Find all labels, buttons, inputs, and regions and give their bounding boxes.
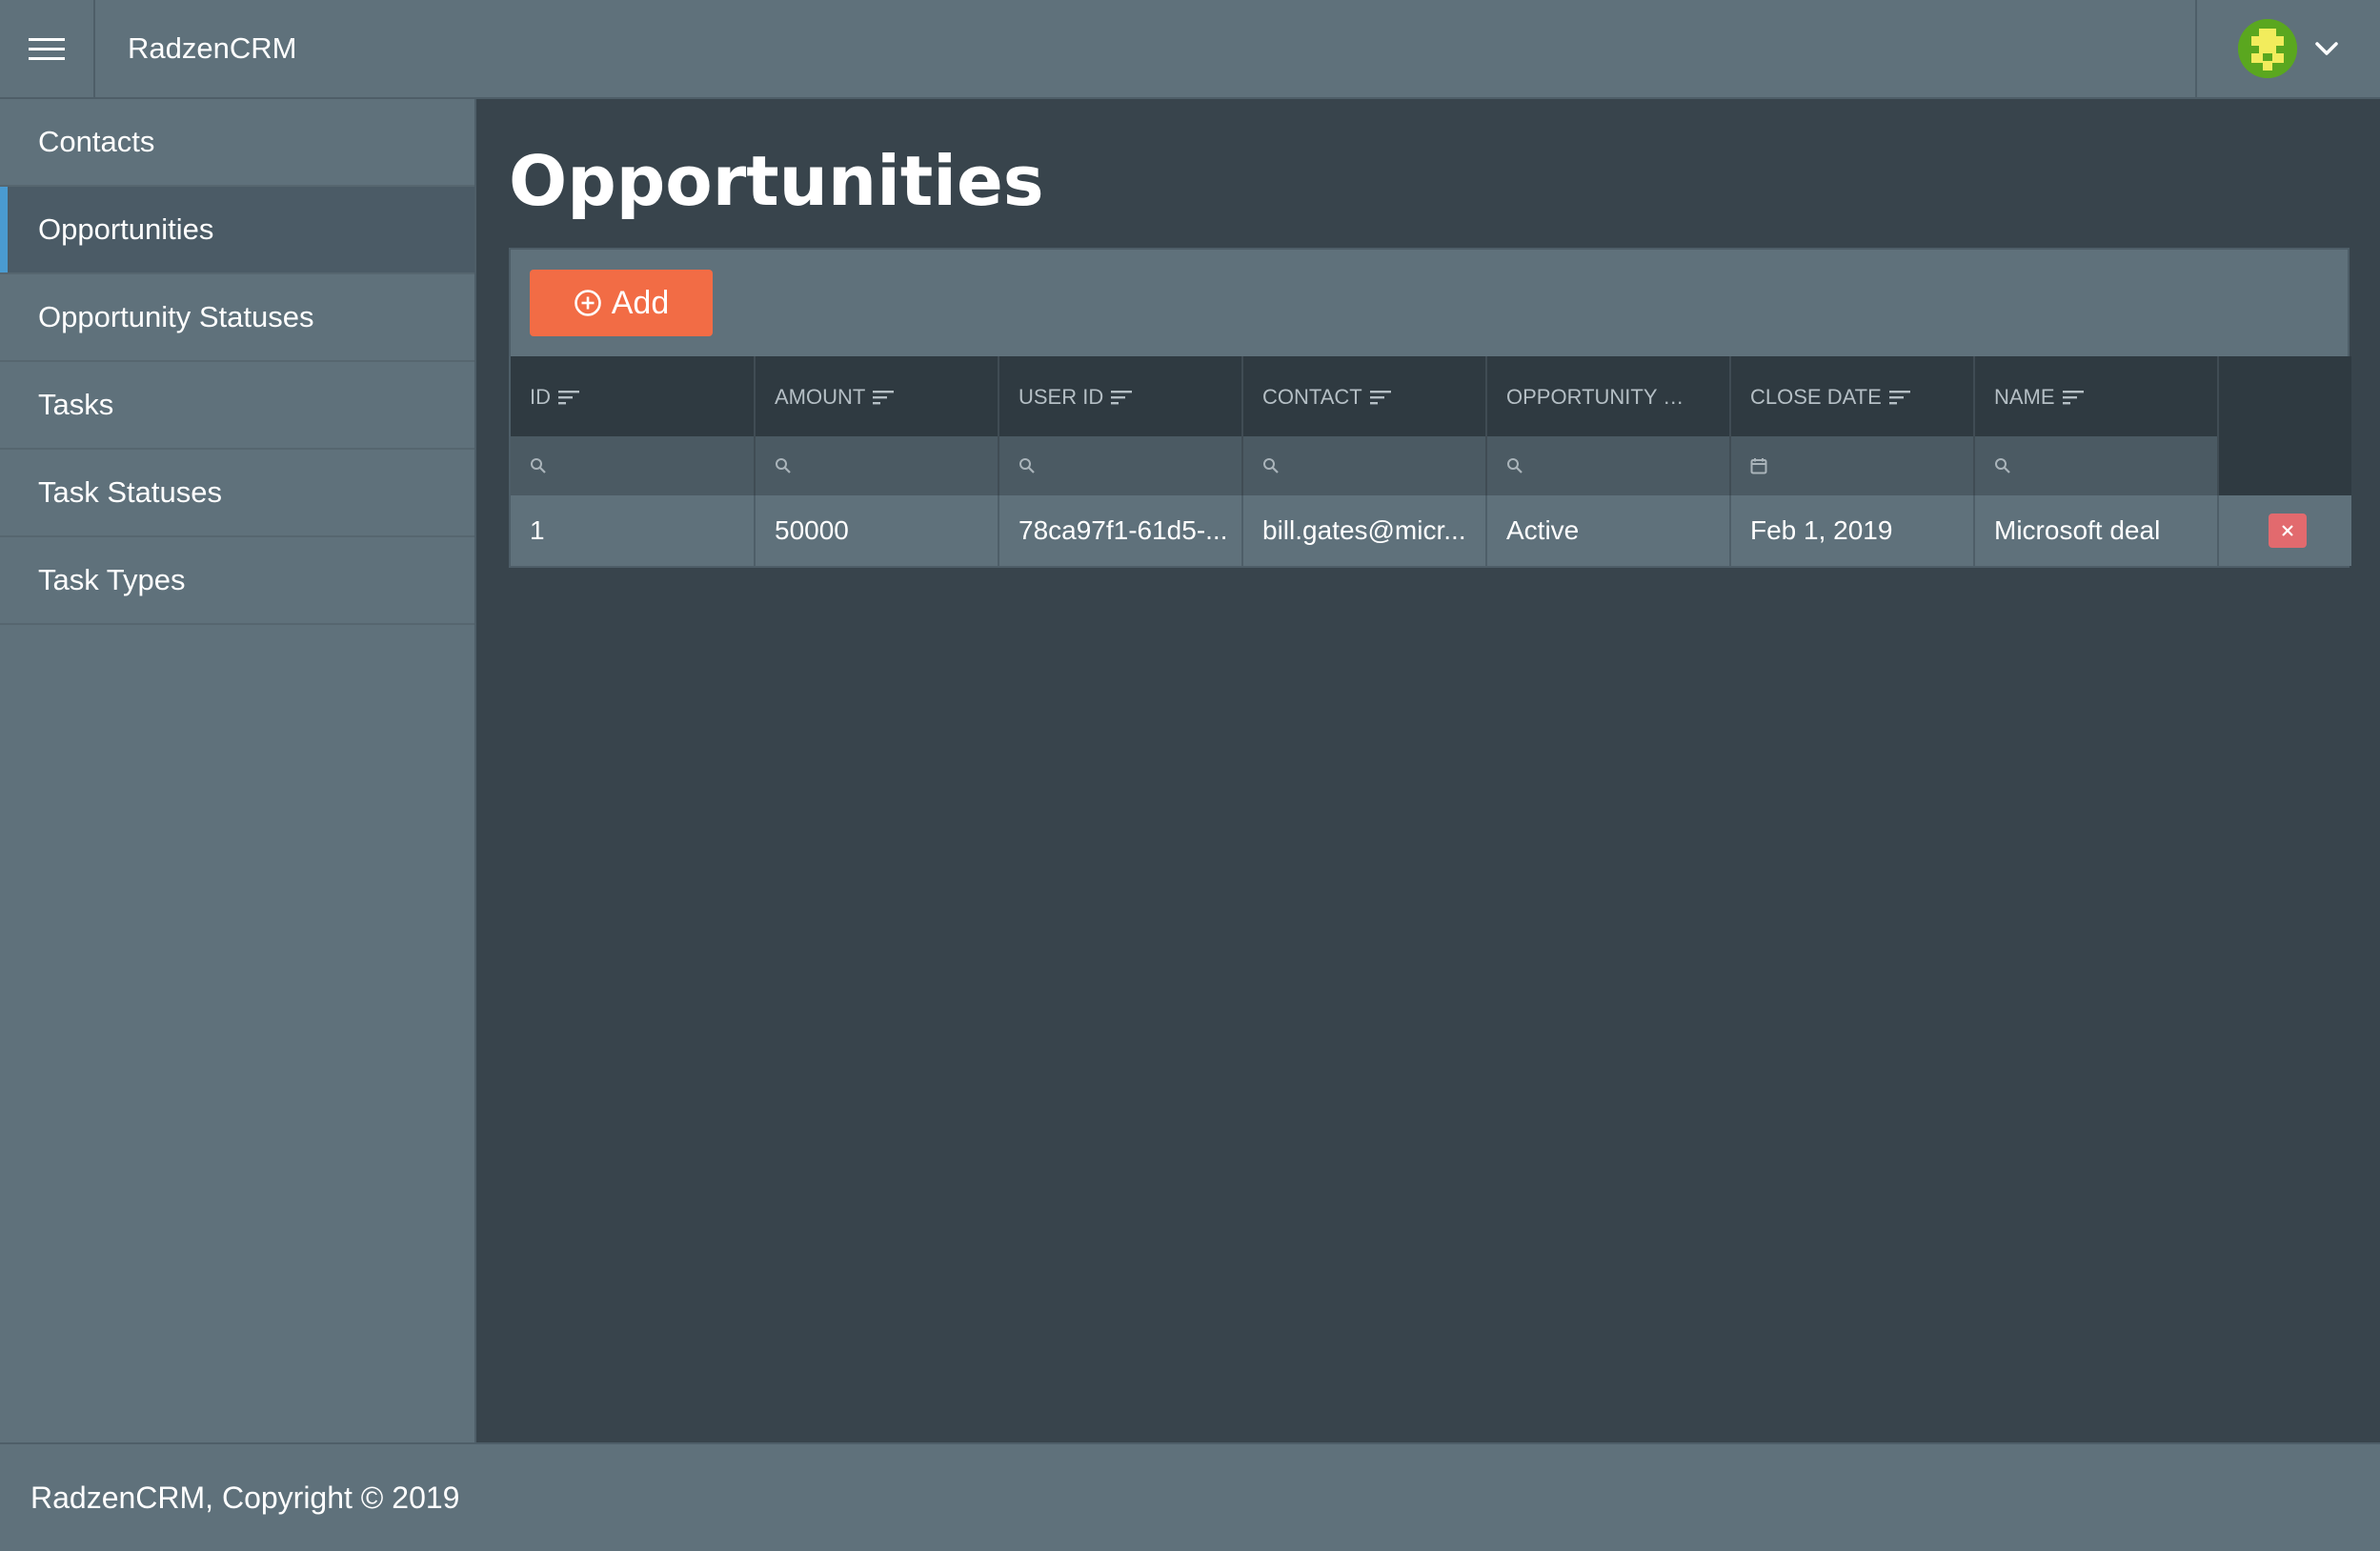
column-header-amount[interactable]: AMOUNT: [755, 356, 999, 436]
sort-icon[interactable]: [2062, 389, 2086, 406]
table-row[interactable]: 1 50000 78ca97f1-61d5-... bill.gates@mic…: [511, 495, 2351, 566]
sort-icon[interactable]: [1369, 389, 1393, 406]
app-header: RadzenCRM: [0, 0, 2380, 99]
cell-close-date: Feb 1, 2019: [1730, 495, 1975, 566]
footer-text: RadzenCRM, Copyright © 2019: [30, 1480, 460, 1515]
column-header-label: OPPORTUNITY STAT...: [1506, 384, 1697, 409]
sidebar-item-label: Opportunities: [38, 212, 214, 246]
sidebar-item-label: Task Types: [38, 563, 186, 596]
search-icon: [1507, 458, 1523, 473]
cell-amount: 50000: [755, 495, 999, 566]
search-icon: [531, 458, 546, 473]
sidebar-item-contacts[interactable]: Contacts: [0, 99, 474, 187]
data-table: ID AMOUNT USER ID CONTACT OPPORTUNITY ST…: [511, 356, 2351, 566]
column-header-label: AMOUNT: [775, 384, 866, 409]
column-header-label: USER ID: [1019, 384, 1104, 409]
filter-user-id[interactable]: [998, 436, 1243, 495]
plus-circle-icon: [574, 290, 601, 316]
column-header-id[interactable]: ID: [511, 356, 756, 436]
hamburger-icon-graphic: [29, 38, 65, 60]
main-content: Opportunities Add ID AMOUNT USER ID CONT…: [478, 99, 2380, 1442]
calendar-icon: [1750, 458, 1767, 474]
app-brand[interactable]: RadzenCRM: [128, 0, 296, 97]
sidebar-item-label: Task Statuses: [38, 475, 222, 509]
search-icon: [1019, 458, 1035, 473]
cell-id: 1: [511, 495, 756, 566]
column-header-actions: [2218, 356, 2351, 436]
hamburger-icon[interactable]: [0, 0, 95, 97]
cell-name: Microsoft deal: [1974, 495, 2219, 566]
profile-menu[interactable]: [2195, 0, 2380, 97]
filter-id[interactable]: [511, 436, 756, 495]
column-header-contact[interactable]: CONTACT: [1242, 356, 1487, 436]
filter-contact[interactable]: [1242, 436, 1487, 495]
column-header-name[interactable]: NAME: [1974, 356, 2219, 436]
filter-amount[interactable]: [755, 436, 999, 495]
cell-status: Active: [1486, 495, 1731, 566]
filter-opportunity-status[interactable]: [1486, 436, 1731, 495]
page-title: Opportunities: [509, 141, 1044, 221]
sort-icon[interactable]: [1111, 389, 1134, 406]
sidebar-item-opportunity-statuses[interactable]: Opportunity Statuses: [0, 274, 474, 362]
column-header-close-date[interactable]: CLOSE DATE: [1730, 356, 1975, 436]
filter-close-date[interactable]: [1730, 436, 1975, 495]
sort-icon[interactable]: [558, 389, 581, 406]
search-icon: [776, 458, 791, 473]
close-icon: [2282, 525, 2293, 536]
column-header-label: CLOSE DATE: [1750, 384, 1882, 409]
avatar[interactable]: [2238, 19, 2297, 78]
chevron-down-icon[interactable]: [2314, 41, 2339, 56]
search-icon: [1995, 458, 2010, 473]
add-button[interactable]: Add: [530, 270, 713, 336]
column-header-label: CONTACT: [1262, 384, 1362, 409]
column-header-label: NAME: [1994, 384, 2055, 409]
search-icon: [1263, 458, 1279, 473]
filter-row: [511, 436, 2351, 495]
sidebar-item-label: Tasks: [38, 388, 114, 421]
app-footer: RadzenCRM, Copyright © 2019: [0, 1442, 2380, 1551]
cell-user-id: 78ca97f1-61d5-...: [998, 495, 1243, 566]
cell-actions: [2218, 495, 2351, 566]
column-header-label: ID: [530, 384, 551, 409]
header-row: ID AMOUNT USER ID CONTACT OPPORTUNITY ST…: [511, 356, 2351, 436]
sidebar-item-label: Opportunity Statuses: [38, 300, 314, 333]
add-button-label: Add: [611, 284, 670, 321]
column-header-opportunity-status[interactable]: OPPORTUNITY STAT...: [1486, 356, 1731, 436]
sidebar-item-label: Contacts: [38, 125, 155, 158]
column-header-user-id[interactable]: USER ID: [998, 356, 1243, 436]
sidebar: Contacts Opportunities Opportunity Statu…: [0, 99, 476, 1442]
delete-button[interactable]: [2269, 514, 2307, 548]
cell-contact: bill.gates@micr...: [1242, 495, 1487, 566]
sort-icon[interactable]: [873, 389, 896, 406]
grid-toolbar: Add: [511, 250, 2348, 356]
sidebar-item-tasks[interactable]: Tasks: [0, 362, 474, 450]
sort-icon[interactable]: [1888, 389, 1912, 406]
opportunities-grid: Add ID AMOUNT USER ID CONTACT OPPORTUNIT…: [509, 248, 2351, 568]
sidebar-item-task-types[interactable]: Task Types: [0, 537, 474, 625]
filter-name[interactable]: [1974, 436, 2219, 495]
sidebar-item-task-statuses[interactable]: Task Statuses: [0, 450, 474, 537]
sidebar-item-opportunities[interactable]: Opportunities: [0, 187, 474, 274]
filter-actions: [2218, 436, 2351, 495]
